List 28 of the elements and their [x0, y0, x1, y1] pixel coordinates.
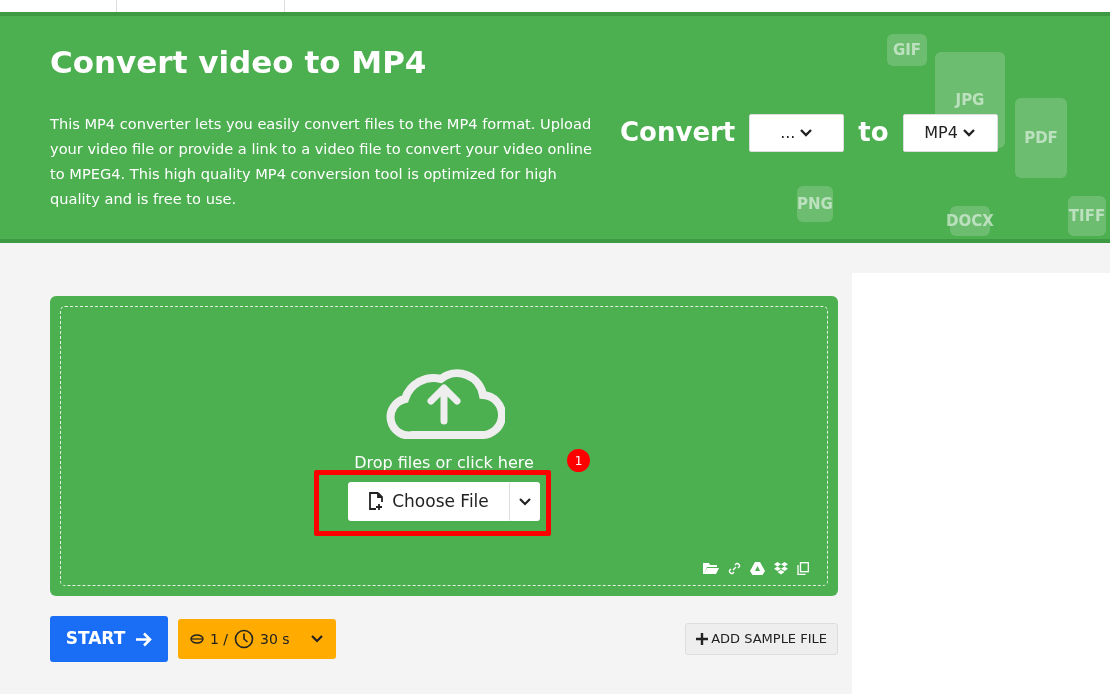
file-type-icon: GIF: [887, 34, 927, 66]
file-type-icon: TIFF: [1068, 196, 1106, 236]
caret-icon: [799, 127, 814, 138]
add-sample-file-button[interactable]: ADD SAMPLE FILE: [685, 623, 838, 655]
coin-icon: [190, 634, 204, 644]
link-icon[interactable]: [728, 562, 741, 575]
step-number: 1: [567, 449, 590, 472]
file-type-icon: PDF: [1015, 98, 1067, 178]
plus-icon: [696, 633, 709, 645]
file-add-icon: [368, 492, 385, 511]
convert-label: Convert: [620, 116, 736, 149]
description-text: This MP4 converter lets you easily convert files to the MP4 format. Upload your video file or provide a link to a video file to convert your video online to MPEG4. This high quality MP4 conversion tool is optimized for high quality and is free to use.: [50, 114, 594, 210]
credits-dropdown[interactable]: 1 / 30 s: [178, 619, 336, 659]
target-format-select[interactable]: MP4: [902, 113, 998, 152]
source-format-select[interactable]: ...: [749, 113, 845, 152]
arrow-right-icon: [135, 631, 153, 647]
caret-icon: [961, 127, 976, 138]
start-button[interactable]: START: [50, 616, 168, 662]
dropbox-icon[interactable]: [774, 562, 788, 575]
caret-icon: [309, 634, 324, 644]
folder-icon[interactable]: [703, 562, 719, 574]
file-type-icon: PNG: [797, 186, 833, 222]
page-title: Convert video to MP4: [50, 43, 428, 82]
clock-icon: [234, 629, 255, 649]
drive-icon[interactable]: [750, 562, 765, 575]
copy-icon[interactable]: [797, 562, 809, 575]
drop-files-text: Drop files or click here: [354, 452, 534, 474]
to-label: to: [858, 116, 889, 149]
